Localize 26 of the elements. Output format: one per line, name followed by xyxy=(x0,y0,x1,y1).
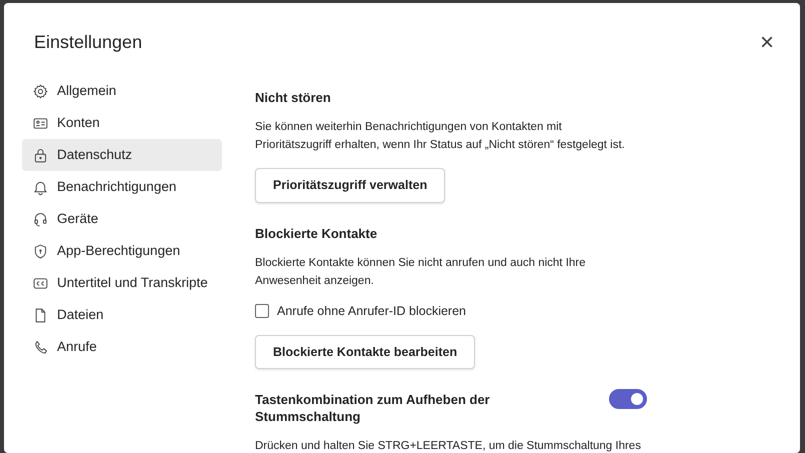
action-button[interactable]: Prioritätszugriff verwalten xyxy=(255,168,446,203)
sidebar-item[interactable]: Benachrichtigungen xyxy=(22,171,222,203)
sidebar-item[interactable]: App-Berechtigungen xyxy=(22,235,222,267)
sidebar-item[interactable]: Untertitel und Transkripte xyxy=(22,267,222,299)
headset-icon xyxy=(32,210,49,228)
description-text: Blockierte Kontakte können Sie nicht anrufen und auch nicht Ihre Anwesenheit anzeigen. xyxy=(255,256,587,289)
toggle-switch[interactable] xyxy=(609,389,647,410)
lock-icon xyxy=(32,146,49,164)
sidebar-item[interactable]: Konten xyxy=(22,107,222,139)
sidebar-item[interactable]: Dateien xyxy=(22,299,222,331)
checkbox[interactable] xyxy=(255,304,269,318)
sidebar-item[interactable]: Geräte xyxy=(22,203,222,235)
description-text: Drücken und halten Sie STRG+LEERTASTE, um die Stummschaltung Ihres xyxy=(255,439,642,453)
close-button[interactable]: × xyxy=(756,31,778,55)
section-heading: Blockierte Kontakte xyxy=(255,224,378,242)
checkbox-label[interactable]: Anrufe ohne Anrufer-ID blockieren xyxy=(277,302,466,320)
description-text: Sie können weiterhin Benachrichtigungen von Kontakten mit Prioritätszugriff erhalten, wenn Ihr Status auf „Nicht stören“ festgelegt ist. xyxy=(255,120,626,153)
sidebar-item[interactable]: Allgemein xyxy=(22,75,222,107)
gear-icon xyxy=(32,82,49,100)
section-heading: Nicht stören xyxy=(255,89,332,106)
section-heading: Tastenkombination zum Aufheben der Stummschaltung xyxy=(255,391,491,426)
sidebar-item[interactable]: Datenschutz xyxy=(22,139,222,171)
sidebar-item[interactable]: Anrufe xyxy=(22,331,222,363)
dialog-title: Einstellungen xyxy=(34,32,142,54)
shield-icon xyxy=(32,242,49,260)
action-button[interactable]: Blockierte Kontakte bearbeiten xyxy=(255,334,476,370)
